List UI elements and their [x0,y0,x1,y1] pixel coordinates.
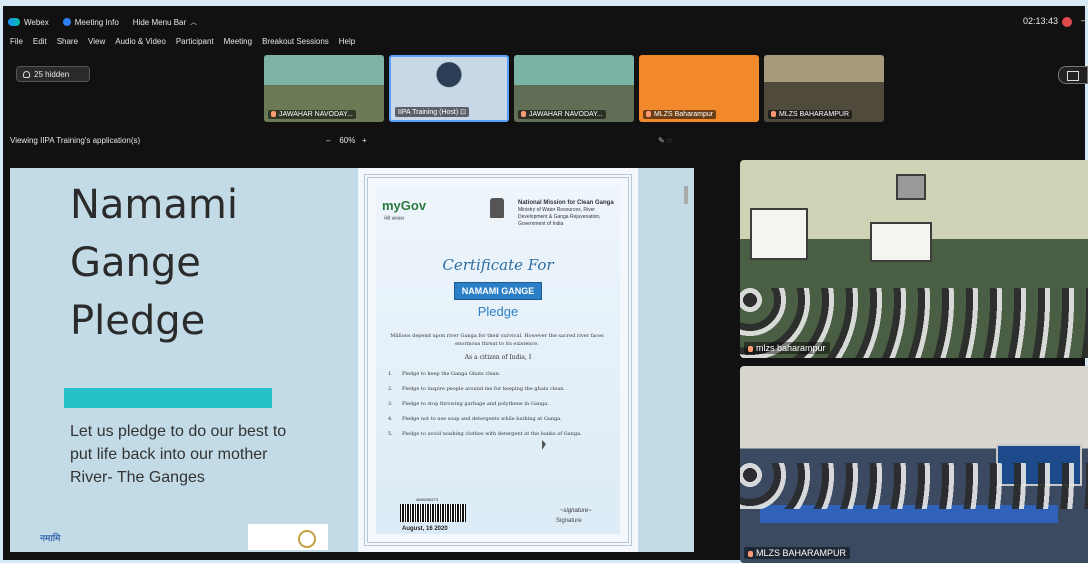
list-item: 5. Pledge to avoid washing clothes with d… [388,431,582,437]
participant-name: JAWAHAR NAVODAY... [518,110,606,119]
menu-bar: File Edit Share View Audio & Video Parti… [10,37,365,51]
window [870,222,932,262]
meeting-info-label: Meeting Info [74,17,119,27]
signature-label: Signature [556,518,582,524]
menu-meeting[interactable]: Meeting [224,37,252,51]
org-name: National Mission for Clean Ganga Ministr… [518,200,614,227]
shared-slide: Namami Gange Pledge Let us pledge to do … [10,168,694,552]
menu-share[interactable]: Share [57,37,78,51]
mic-muted-icon [271,111,276,118]
hide-menu-bar-button[interactable]: Hide Menu Bar ︿ [133,17,197,27]
list-item: 2. Pledge to inspire people around me for… [388,386,566,392]
menu-breakout-sessions[interactable]: Breakout Sessions [262,37,329,51]
shield-icon [62,18,71,26]
zoom-in-button[interactable]: + [362,136,367,145]
certificate-banner: NAMAMI GANGE [454,282,542,300]
webex-menu[interactable]: Webex [8,18,49,27]
signature-mark: ~signature~ [560,508,592,514]
participant-name: MLZS Baharampur [643,110,717,119]
video-tile-2[interactable]: MLZS BAHARAMPUR [740,366,1088,563]
viewing-label: Viewing IIPA Training's application(s) [10,136,141,145]
air-conditioner [896,174,926,200]
mic-muted-icon [748,345,753,352]
hidden-count: 25 hidden [34,69,70,79]
citizen-line: As a citizen of India, I [464,354,532,361]
mygov-logo: myGov [382,198,427,213]
barcode [400,504,466,522]
person-icon [23,70,30,78]
mic-muted-icon [748,550,753,557]
participant-name: MLZS BAHARAMPUR [768,110,853,119]
hide-menu-label: Hide Menu Bar [132,17,187,27]
accent-bar [64,388,272,408]
menu-participant[interactable]: Participant [176,37,214,51]
mic-muted-icon [771,111,776,118]
participant-name: IIPA Training (Host) ⊡ [395,107,469,117]
list-item: 3. Pledge to stop throwing garbage and po… [388,401,549,407]
certificate: myGov मेरी सरकार National Mission for Cl… [358,168,638,552]
menu-edit[interactable]: Edit [33,37,47,51]
list-item: 4. Pledge not to use soap and detergents … [388,416,562,422]
annotation-tools[interactable]: ✎ ◌ [658,136,672,145]
slide-title: Namami Gange Pledge [70,182,238,344]
pledge-list: 1. Pledge to keep the Ganga Ghats clean. … [388,370,610,445]
certificate-heading: Certificate For [442,256,554,274]
mic-muted-icon [521,111,526,118]
participant-thumb-2[interactable]: IIPA Training (Host) ⊡ [389,55,509,122]
chevron-up-icon: ︿ [190,19,198,26]
mygov-subtitle: मेरी सरकार [384,216,405,222]
menu-audio-video[interactable]: Audio & Video [115,37,166,51]
minimize-button[interactable]: – [1081,15,1086,25]
video-tile-label: MLZS BAHARAMPUR [744,547,851,559]
participant-thumb-3[interactable]: JAWAHAR NAVODAY... [514,55,634,122]
namami-logo: नमामि [40,533,61,543]
certificate-date: August, 16 2020 [402,526,448,532]
participant-thumb-1[interactable]: JAWAHAR NAVODAY... [264,55,384,122]
menu-file[interactable]: File [10,37,23,51]
national-emblem-icon [490,198,504,218]
menu-view[interactable]: View [88,37,105,51]
video-tile-label: mlzs baharampur [744,342,830,354]
window [750,208,808,260]
students [740,463,1088,509]
pledge-word: Pledge [477,304,519,319]
recording-icon[interactable] [1062,17,1072,27]
app-name: Webex [24,17,49,27]
participant-name: JAWAHAR NAVODAY... [268,110,356,119]
participant-thumb-5[interactable]: MLZS BAHARAMPUR [764,55,884,122]
mouse-cursor-icon [542,440,546,450]
resize-handle[interactable] [684,186,688,204]
hidden-participants-button[interactable]: 25 hidden [16,66,90,82]
zoom-out-button[interactable]: – [326,136,330,145]
video-tile-1[interactable]: mlzs baharampur [740,160,1088,358]
title-bar: Webex Meeting Info Hide Menu Bar ︿ 02:13… [8,12,1088,32]
certificate-intro: Millions depend upon river Ganga for the… [390,333,604,347]
meeting-clock: 02:13:43 [1022,16,1058,26]
barcode-number: 4669256273 [416,497,439,502]
layout-button[interactable] [1058,66,1088,84]
zoom-level: 60% [339,136,356,145]
meeting-info-button[interactable]: Meeting Info [62,17,119,27]
slide-body: Let us pledge to do our best to put life… [70,423,287,486]
webex-logo-icon [8,18,20,26]
seal-icon [248,524,328,550]
mic-muted-icon [646,111,651,118]
zoom-control: – 60% + [326,136,367,145]
certificate-body: myGov मेरी सरकार National Mission for Cl… [376,186,620,534]
participant-thumb-4[interactable]: MLZS Baharampur [639,55,759,122]
list-item: 1. Pledge to keep the Ganga Ghats clean. [388,371,501,377]
menu-help[interactable]: Help [339,37,355,51]
share-bar: Viewing IIPA Training's application(s) –… [10,136,700,152]
